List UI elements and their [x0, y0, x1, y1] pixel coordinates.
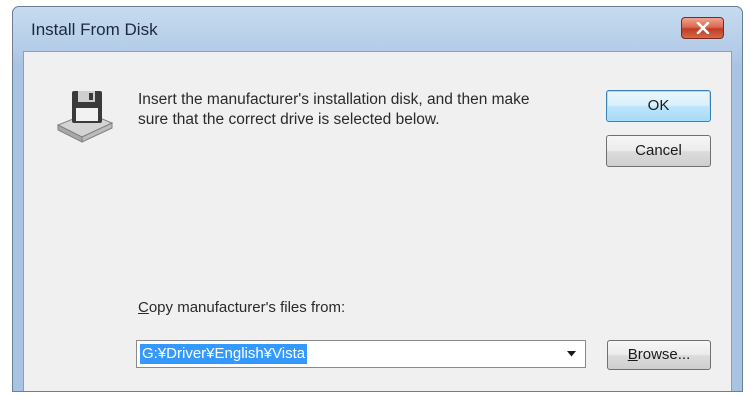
window-title: Install From Disk	[31, 20, 158, 39]
browse-accesskey: B	[627, 346, 638, 363]
chevron-down-icon	[567, 351, 576, 357]
copy-from-label: Copy manufacturer's files from:	[138, 299, 345, 316]
dialog-body: Insert the manufacturer's installation d…	[23, 51, 732, 391]
copy-from-label-text: opy manufacturer's files from:	[148, 299, 346, 316]
copy-from-label-accesskey: C	[138, 299, 149, 316]
close-icon	[696, 22, 710, 34]
floppy-disk-icon	[56, 91, 114, 143]
browse-button[interactable]: Browse...	[607, 340, 711, 370]
title-bar[interactable]: Install From Disk	[13, 7, 742, 51]
browse-label: rowse...	[637, 346, 691, 363]
copy-from-combobox[interactable]: G:¥Driver¥English¥Vista	[136, 340, 586, 368]
dropdown-button[interactable]	[559, 341, 585, 367]
install-from-disk-dialog: Install From Disk Insert the manufacture…	[12, 6, 743, 392]
copy-from-path-value[interactable]: G:¥Driver¥English¥Vista	[140, 344, 308, 364]
instruction-text: Insert the manufacturer's installation d…	[138, 91, 530, 128]
close-button[interactable]	[681, 17, 724, 39]
cancel-button[interactable]: Cancel	[606, 135, 711, 167]
ok-button[interactable]: OK	[606, 90, 711, 122]
